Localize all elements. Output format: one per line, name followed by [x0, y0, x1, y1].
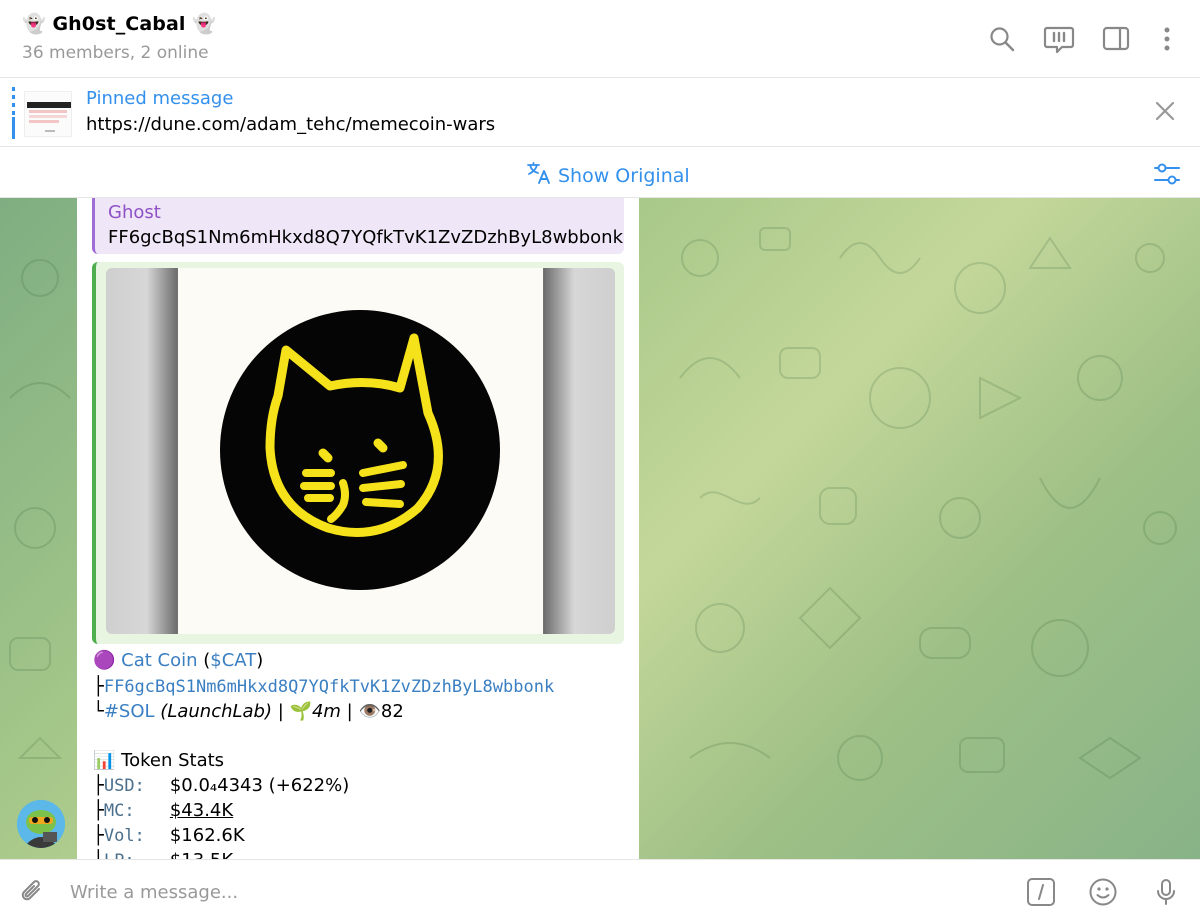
token-stats-heading: 📊 Token Stats: [93, 750, 224, 771]
reply-sender-name: Ghost: [108, 202, 161, 223]
sidebar-toggle-icon[interactable]: [1099, 22, 1133, 56]
translation-settings-icon[interactable]: [1152, 160, 1182, 188]
emoji-icon[interactable]: [1087, 876, 1119, 908]
coin-ticker-open: (: [197, 650, 211, 671]
stat-label: Vol:: [103, 826, 145, 846]
chain-hashtag[interactable]: #SOL: [104, 701, 155, 722]
translate-icon: [526, 161, 552, 190]
views-emoji: 👁️: [358, 701, 381, 722]
coin-address-line: ├FF6gcBqS1Nm6mHkxd8Q7YQfkTvK1ZvZDzhByL8w…: [93, 676, 554, 697]
tree-prefix: ├: [93, 850, 104, 859]
separator: |: [272, 701, 290, 722]
stats-title: Token Stats: [121, 750, 225, 771]
coin-ticker-close: ): [256, 650, 264, 671]
tree-prefix: ├: [93, 676, 104, 697]
stat-row: ├MC: $43.4K: [93, 800, 233, 821]
show-original-button[interactable]: Show Original: [526, 161, 690, 190]
message-input[interactable]: [70, 878, 990, 906]
pinned-indicator: [12, 87, 15, 139]
tree-prefix: ├: [93, 775, 104, 796]
message-composer: [0, 859, 1200, 923]
chat-title[interactable]: 👻 Gh0st_Cabal 👻: [22, 12, 216, 35]
stat-row: ├USD: $0.0₄4343 (+622%): [93, 775, 349, 796]
coin-meta-line: └#SOL (LaunchLab) | 🌱4m | 👁️82: [93, 701, 404, 722]
pinned-title: Pinned message: [86, 88, 234, 109]
stat-row: ├Vol: $162.6K: [93, 825, 245, 846]
bot-commands-icon[interactable]: [1025, 876, 1057, 908]
stat-value: $162.6K: [169, 825, 245, 846]
search-icon[interactable]: [985, 22, 1019, 56]
stat-label: LP:: [104, 851, 170, 859]
chat-header: 👻 Gh0st_Cabal 👻 36 members, 2 online: [0, 0, 1200, 78]
translation-bar: Show Original: [0, 148, 1200, 198]
video-chat-icon[interactable]: [1042, 22, 1076, 56]
tree-prefix: ├: [93, 800, 104, 821]
views-count: 82: [380, 701, 404, 722]
coin-title-line: 🟣 Cat Coin ($CAT): [93, 650, 263, 671]
close-icon[interactable]: [1150, 96, 1180, 126]
cat-coin-image[interactable]: [106, 268, 615, 634]
attach-icon[interactable]: [16, 876, 48, 908]
avatar[interactable]: [17, 800, 65, 848]
stat-value: $0.0₄4343 (+622%): [169, 775, 350, 796]
stats-emoji: 📊: [93, 750, 116, 771]
launchpad-label: (LaunchLab): [160, 701, 273, 722]
coin-age: 4m: [311, 701, 341, 722]
pinned-text[interactable]: https://dune.com/adam_tehc/memecoin-wars: [86, 114, 495, 135]
reply-quote[interactable]: Ghost FF6gcBqS1Nm6mHkxd8Q7YQfkTvK1ZvZDzh…: [92, 198, 624, 254]
stat-label: USD:: [103, 776, 145, 796]
pinned-thumbnail: [24, 91, 72, 137]
tree-prefix: ├: [93, 825, 104, 846]
stat-value-link[interactable]: $43.4K: [170, 800, 233, 821]
cat-logo-icon: [220, 310, 500, 590]
separator: |: [340, 701, 359, 722]
coin-name-link[interactable]: Cat Coin: [121, 650, 197, 671]
microphone-icon[interactable]: [1150, 876, 1182, 908]
age-emoji: 🌱: [289, 701, 312, 722]
tree-prefix: └: [93, 701, 104, 722]
coin-address[interactable]: FF6gcBqS1Nm6mHkxd8Q7YQfkTvK1ZvZDzhByL8wb…: [104, 677, 554, 697]
pinned-message-bar[interactable]: Pinned message https://dune.com/adam_teh…: [0, 79, 1200, 147]
chat-member-count: 36 members, 2 online: [22, 43, 209, 63]
more-icon[interactable]: [1150, 22, 1184, 56]
coin-emoji: 🟣: [93, 650, 116, 671]
stat-row: ├LP:$13.5K: [93, 850, 233, 859]
show-original-label: Show Original: [558, 164, 690, 187]
chat-area[interactable]: Ghost FF6gcBqS1Nm6mHkxd8Q7YQfkTvK1ZvZDzh…: [0, 198, 1200, 859]
stat-value-link[interactable]: $13.5K: [170, 850, 233, 859]
reply-text: FF6gcBqS1Nm6mHkxd8Q7YQfkTvK1ZvZDzhByL8wb…: [108, 227, 623, 248]
stat-label: MC:: [103, 801, 135, 821]
coin-ticker-link[interactable]: $CAT: [210, 650, 256, 671]
